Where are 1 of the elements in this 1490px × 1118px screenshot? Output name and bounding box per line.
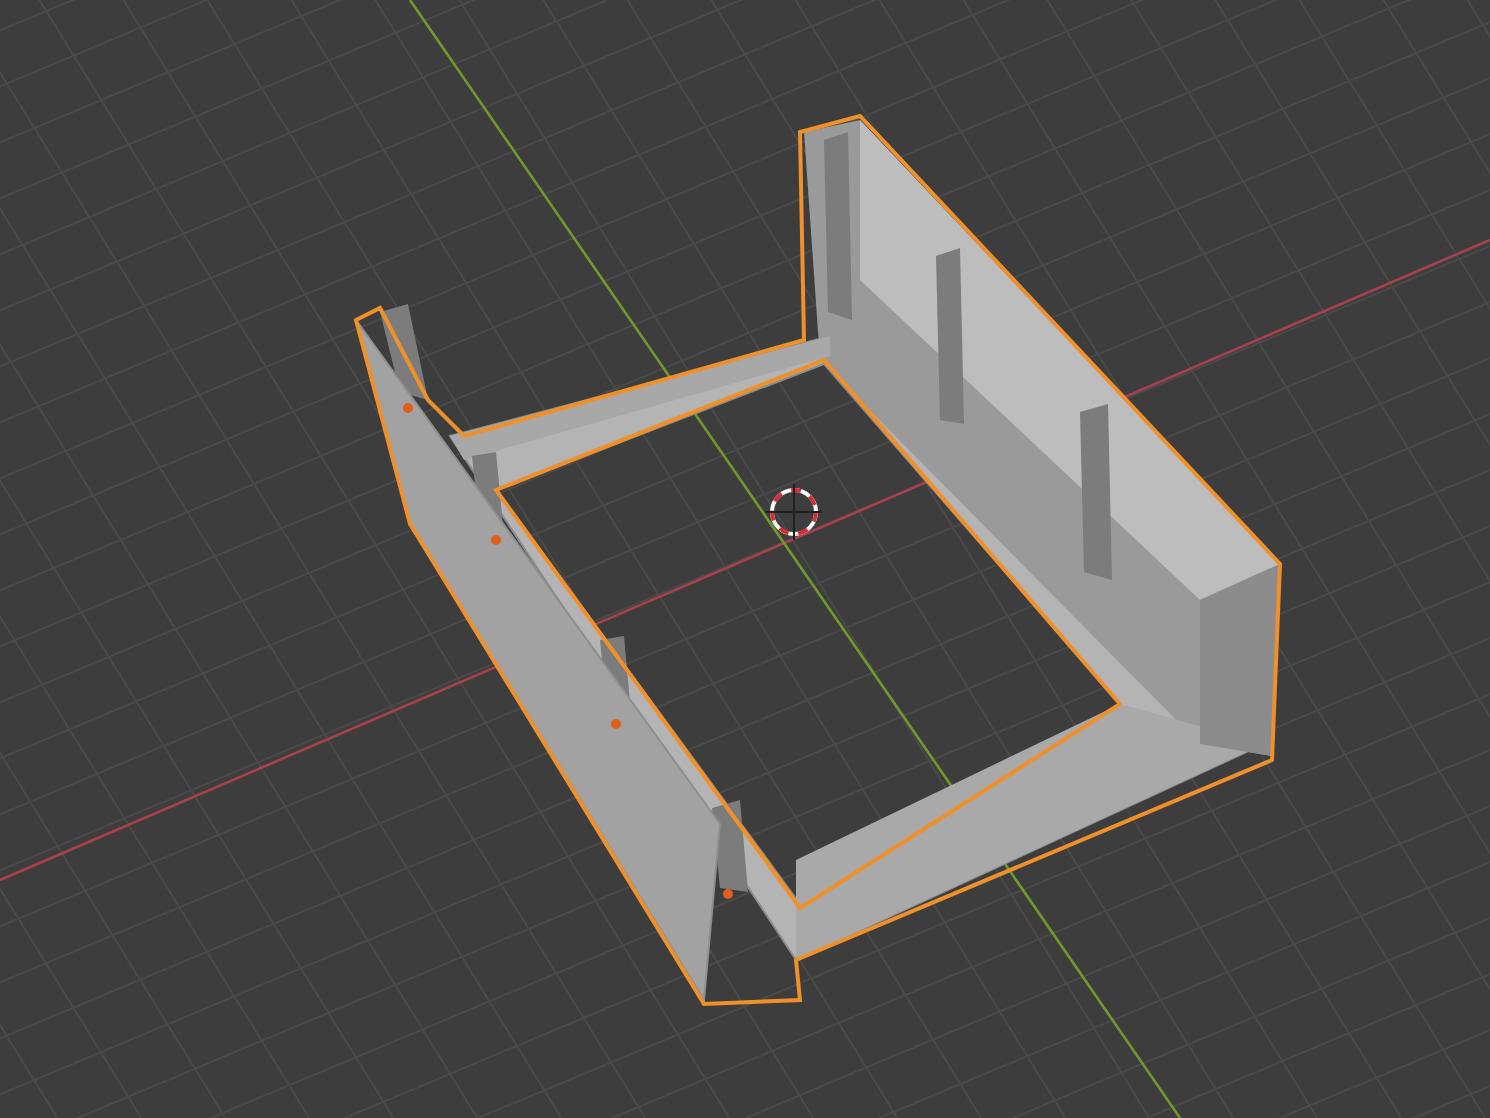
3d-cursor-icon bbox=[765, 483, 823, 541]
